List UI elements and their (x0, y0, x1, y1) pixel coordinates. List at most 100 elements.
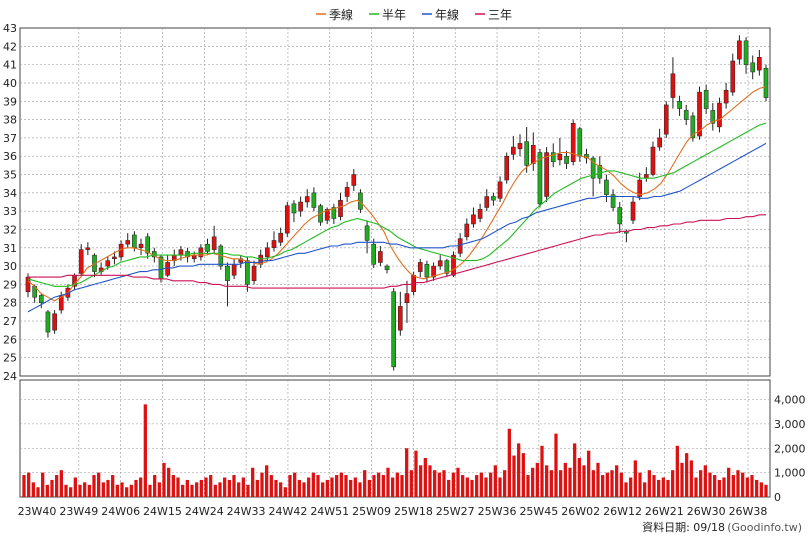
x-tick-label: 25W36 (478, 505, 517, 518)
volume-bar (162, 462, 166, 497)
volume-bar (461, 475, 465, 497)
price-tick-label: 29 (3, 278, 17, 291)
volume-bar (498, 477, 502, 497)
volume-bar (535, 462, 539, 497)
volume-bar (503, 470, 507, 497)
candle-body (417, 262, 423, 272)
price-tick-label: 35 (3, 169, 17, 182)
price-tick-label: 42 (3, 40, 17, 53)
volume-bar (675, 445, 679, 497)
volume-tick-label: 3,000 (774, 418, 806, 431)
volume-bar (265, 465, 269, 497)
volume-bar (703, 465, 707, 497)
volume-bar (750, 475, 754, 497)
x-tick-label: 26W12 (603, 505, 642, 518)
volume-bar (587, 450, 591, 497)
x-tick-label: 26W38 (729, 505, 768, 518)
price-tick-label: 33 (3, 205, 17, 218)
candle-body (45, 311, 51, 333)
x-tick-label: 24W42 (269, 505, 308, 518)
volume-bar (372, 475, 376, 497)
volume-bar (465, 477, 469, 497)
volume-bar (470, 479, 474, 497)
volume-bar (288, 475, 292, 497)
candle-body (211, 236, 217, 250)
candle-body (85, 247, 91, 250)
volume-bar (269, 475, 273, 497)
candle-body (437, 260, 443, 267)
price-tick-label: 38 (3, 114, 17, 127)
volume-bar (209, 475, 213, 497)
x-tick-label: 24W24 (185, 505, 224, 518)
volume-bar (512, 455, 516, 497)
volume-bar (255, 479, 259, 497)
volume-bar (274, 479, 278, 497)
volume-bar (666, 479, 670, 497)
candle-body (750, 62, 756, 73)
volume-bar (64, 484, 68, 497)
candle-body (165, 262, 170, 276)
volume-bar (442, 470, 446, 497)
candle-body (378, 251, 383, 263)
candle-body (471, 214, 476, 225)
volume-bar (764, 484, 768, 497)
volume-bar (479, 472, 483, 497)
candle-body (517, 143, 523, 150)
volume-bar (685, 453, 689, 497)
volume-bar (204, 477, 208, 497)
volume-bar (615, 465, 619, 497)
volume-bar (395, 472, 399, 497)
volume-bar (652, 475, 656, 497)
x-tick-label: 23W40 (18, 505, 57, 518)
volume-bar (120, 482, 124, 497)
candle-body (291, 203, 297, 214)
volume-bar (181, 484, 185, 497)
volume-bar (339, 472, 343, 497)
price-tick-label: 34 (3, 187, 17, 200)
candle-body (544, 152, 549, 197)
volume-bar (400, 475, 404, 497)
candle-body (112, 256, 117, 260)
volume-bar (246, 484, 250, 497)
candle-body (650, 146, 656, 175)
x-tick-label: 26W30 (687, 505, 726, 518)
volume-bar (643, 482, 647, 497)
volume-bar (129, 484, 133, 497)
volume-bar (232, 475, 236, 497)
stock-chart: 季線 半年 年線 三年 24 25 26 27 28 29 30 31 32 33 34 35 36 37 38 3… (0, 0, 808, 540)
volume-bar (316, 475, 320, 497)
x-tick-label: 25W18 (394, 505, 433, 518)
volume-bar (582, 465, 586, 497)
volume-bar (279, 482, 283, 497)
volume-bar (619, 472, 623, 497)
volume-bar (731, 475, 735, 497)
price-tick-label: 36 (3, 150, 17, 163)
volume-bar (447, 479, 451, 497)
volume-bar (638, 472, 642, 497)
date-label: 資料日期: 09/18 (642, 520, 725, 534)
volume-bar (92, 475, 96, 497)
candle-body (351, 174, 357, 186)
volume-bar (283, 487, 287, 497)
volume-bar (484, 477, 488, 497)
candle-body (271, 240, 277, 249)
candle-body (251, 265, 257, 282)
candle-body (225, 265, 230, 282)
volume-bar (195, 482, 199, 497)
volume-bar (717, 479, 721, 497)
candle-body (265, 247, 270, 258)
candle-body (570, 122, 576, 162)
volume-tick-label: 0 (774, 491, 781, 504)
candle-body (484, 196, 490, 208)
candle-body (737, 40, 742, 60)
volume-bar (237, 482, 241, 497)
price-panel: 24 25 26 27 28 29 30 31 32 33 34 35 36 37 38 39 40 41 42 43 (3, 22, 771, 383)
volume-bar (521, 453, 525, 497)
price-tick-label: 39 (3, 95, 17, 108)
volume-bar (409, 470, 413, 497)
candle-body (404, 293, 410, 303)
volume-panel: 0 1,000 2,000 3,000 4,000 (19, 379, 806, 504)
volume-bar (661, 477, 665, 497)
candle-body (278, 232, 283, 243)
x-tick-label: 24W15 (143, 505, 182, 518)
